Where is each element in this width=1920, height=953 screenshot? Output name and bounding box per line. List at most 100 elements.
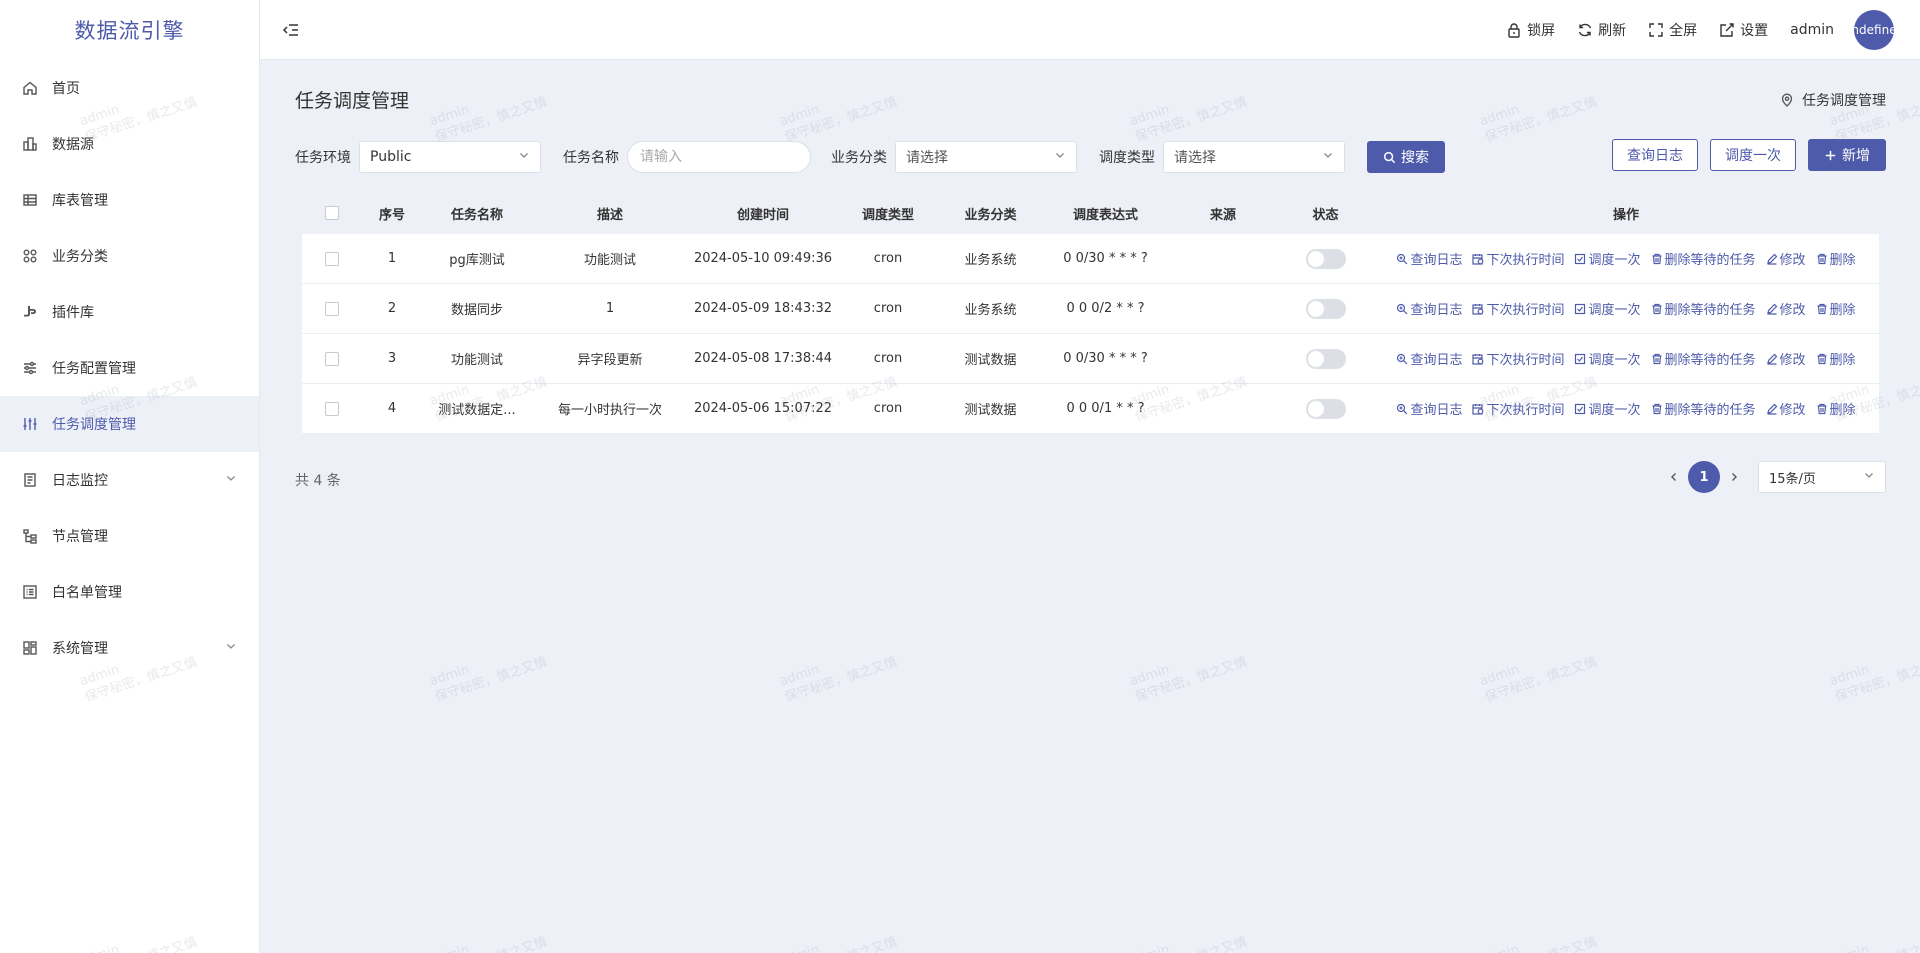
prev-page-icon[interactable] [1664,461,1684,493]
query-log-button[interactable]: 查询日志 [1612,139,1698,171]
search-log-icon [1396,353,1410,365]
settings-button[interactable]: 设置 [1719,20,1768,40]
op-delete-pending-link[interactable]: 删除等待的任务 [1651,349,1756,368]
status-toggle[interactable] [1305,248,1346,269]
op-query-log-link[interactable]: 查询日志 [1396,299,1462,318]
select-all-checkbox[interactable] [325,206,339,220]
schedule-type-select[interactable]: 请选择 [1163,141,1345,173]
sidebar: 数据流引擎 首页 数据源 库表管理 业务分类 插件库 任务配置管理 任务调度管理 [0,0,260,953]
avatar[interactable]: undefined [1854,10,1894,50]
add-task-button[interactable]: 新增 [1808,139,1886,171]
op-next-time-link[interactable]: 下次执行时间 [1472,249,1564,268]
run-once-button[interactable]: 调度一次 [1710,139,1796,171]
op-edit-link[interactable]: 修改 [1766,299,1806,318]
page-number[interactable]: 1 [1688,461,1720,493]
sidebar-item-system-management[interactable]: 系统管理 [0,620,259,676]
status-toggle[interactable] [1305,348,1346,369]
op-edit-link[interactable]: 修改 [1766,349,1806,368]
col-header: 业务分类 [964,207,1017,223]
cell-no: 2 [387,301,397,316]
plus-icon [1825,150,1836,160]
task-name-label: 任务名称 [563,150,619,166]
collapse-sidebar-icon[interactable] [280,19,302,41]
cell-name: 测试数据定... [438,403,516,418]
row-checkbox[interactable] [325,251,339,266]
op-edit-link[interactable]: 修改 [1766,399,1806,418]
op-delete-link[interactable]: 删除 [1816,299,1856,318]
env-select[interactable]: Public [359,141,541,173]
row-checkbox[interactable] [325,401,339,416]
sidebar-item-business-category[interactable]: 业务分类 [0,228,259,284]
row-checkbox[interactable] [325,301,339,316]
calendar-clock-icon [1472,253,1486,265]
op-run-once-link[interactable]: 调度一次 [1574,299,1641,318]
sidebar-item-datasource[interactable]: 数据源 [0,116,259,172]
op-edit-link[interactable]: 修改 [1766,249,1806,268]
search-log-icon [1396,303,1410,315]
op-delete-link[interactable]: 删除 [1816,349,1856,368]
chevron-down-icon [1054,149,1066,165]
sidebar-item-node-management[interactable]: 节点管理 [0,508,259,564]
status-toggle[interactable] [1305,398,1346,419]
check-square-icon [1574,303,1588,315]
row-checkbox[interactable] [325,351,339,366]
row-select-cell [302,401,362,416]
op-next-time-link[interactable]: 下次执行时间 [1472,349,1564,368]
lock-screen-button[interactable]: 锁屏 [1506,20,1555,40]
cell-schedule-type: cron [873,401,903,416]
op-delete-pending-link[interactable]: 删除等待的任务 [1651,249,1756,268]
trash-icon [1651,303,1665,315]
op-delete-link[interactable]: 删除 [1816,249,1856,268]
task-table: 序号 任务名称 描述 创建时间 调度类型 业务分类 调度表达式 来源 状态 操作… [302,192,1879,434]
sidebar-item-whitelist[interactable]: 白名单管理 [0,564,259,620]
status-toggle[interactable] [1305,298,1346,319]
username[interactable]: admin [1790,22,1834,38]
sidebar-item-task-schedule[interactable]: 任务调度管理 [0,396,259,452]
sidebar-item-label: 库表管理 [52,193,108,209]
op-next-time-link[interactable]: 下次执行时间 [1472,299,1564,318]
table-icon [22,192,38,208]
next-page-icon[interactable] [1724,461,1744,493]
category-label: 业务分类 [831,150,887,166]
page-size-select[interactable]: 15条/页 [1758,461,1886,493]
op-run-once-link[interactable]: 调度一次 [1574,399,1641,418]
sidebar-item-plugin-library[interactable]: 插件库 [0,284,259,340]
cell-created-time: 2024-05-09 18:43:32 [693,301,833,316]
sidebar-item-table-management[interactable]: 库表管理 [0,172,259,228]
op-delete-link[interactable]: 删除 [1816,399,1856,418]
cell-expression: 0 0/30 * * * ? [1063,251,1148,266]
cell-created-time: 2024-05-06 15:07:22 [693,401,833,416]
refresh-button[interactable]: 刷新 [1577,20,1626,40]
search-button[interactable]: 搜索 [1367,141,1445,173]
page-title: 任务调度管理 [295,90,410,112]
toggle-knob [1307,300,1324,317]
category-select[interactable]: 请选择 [895,141,1077,173]
op-delete-pending-link[interactable]: 删除等待的任务 [1651,299,1756,318]
sliders-icon [22,360,38,376]
list-icon [22,584,38,600]
task-name-input[interactable] [627,141,811,173]
sidebar-item-label: 业务分类 [52,249,108,265]
op-query-log-link[interactable]: 查询日志 [1396,249,1462,268]
category-icon [22,248,38,264]
op-query-log-link[interactable]: 查询日志 [1396,349,1462,368]
fullscreen-button[interactable]: 全屏 [1648,20,1697,40]
search-log-icon [1396,403,1410,415]
op-next-time-link[interactable]: 下次执行时间 [1472,399,1564,418]
col-header: 序号 [378,207,405,223]
op-run-once-link[interactable]: 调度一次 [1574,249,1641,268]
chevron-down-icon [225,640,237,656]
main-content: 任务调度管理 任务调度管理 任务环境 Public 任务名称 业务分类 请选择 … [260,60,1920,953]
pencil-icon [1766,253,1780,265]
sidebar-item-task-config[interactable]: 任务配置管理 [0,340,259,396]
op-run-once-link[interactable]: 调度一次 [1574,349,1641,368]
col-header: 描述 [596,207,623,223]
calendar-clock-icon [1472,303,1486,315]
op-query-log-link[interactable]: 查询日志 [1396,399,1462,418]
sidebar-item-label: 首页 [52,81,80,97]
op-delete-pending-link[interactable]: 删除等待的任务 [1651,399,1756,418]
sidebar-item-home[interactable]: 首页 [0,60,259,116]
sidebar-item-log-monitor[interactable]: 日志监控 [0,452,259,508]
table-row: 1 pg库测试 功能测试 2024-05-10 09:49:36 cron 业务系统 0 0… [302,234,1879,284]
select-all-cell [302,206,362,220]
